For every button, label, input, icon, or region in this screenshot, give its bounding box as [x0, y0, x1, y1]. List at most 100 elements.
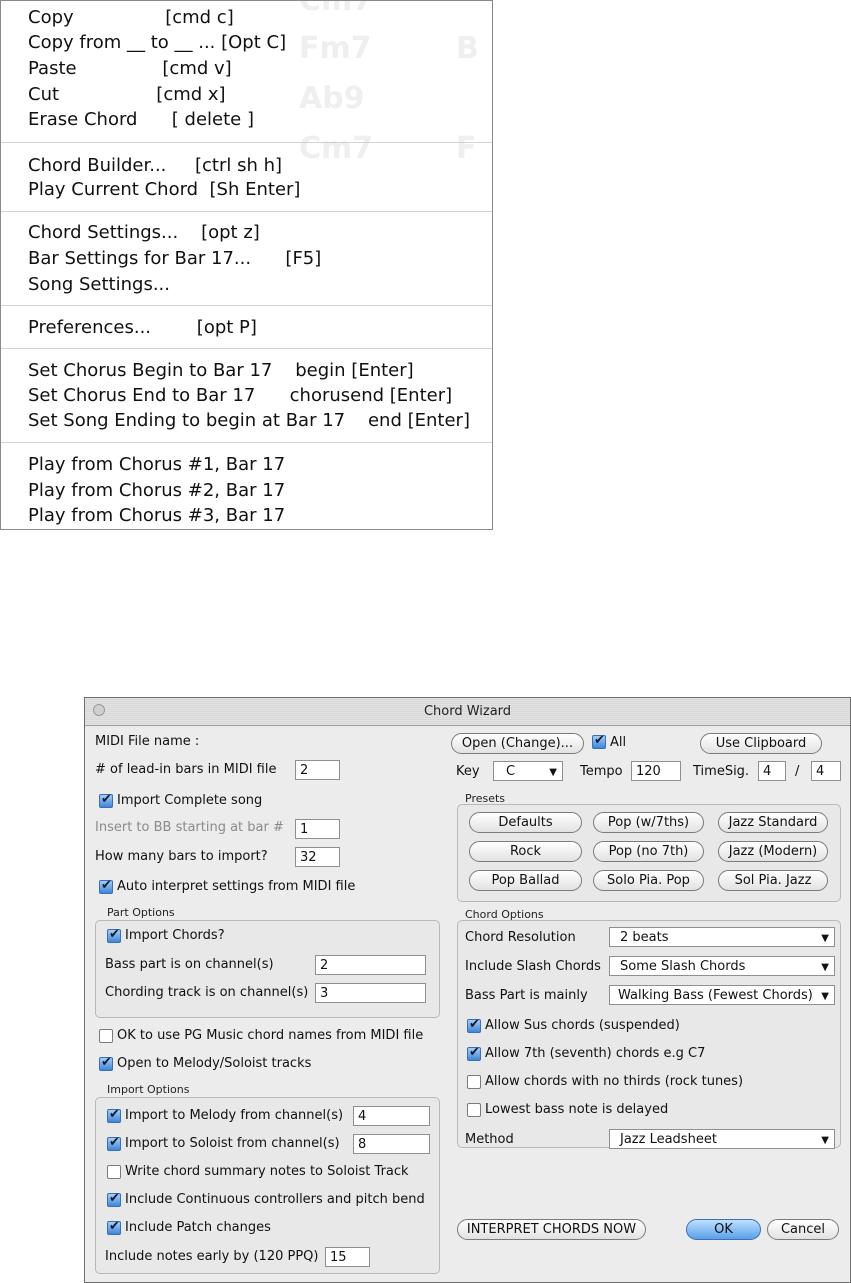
dropdown-arrow-icon: ▼	[549, 767, 557, 778]
allow-sus-checkbox[interactable]	[467, 1017, 481, 1033]
timesig-label: TimeSig.	[693, 764, 750, 779]
background-chord: Cm7	[299, 0, 374, 18]
menu-item-song-settings[interactable]: Song Settings...	[28, 274, 170, 296]
pg-music-names-label: OK to use PG Music chord names from MIDI…	[117, 1028, 424, 1043]
allow-no-thirds-label: Allow chords with no thirds (rock tunes)	[485, 1074, 744, 1089]
bass-channel-input[interactable]: 2	[315, 955, 426, 975]
menu-item-set-chorus-end[interactable]: Set Chorus End to Bar 17 chorusend [Ente…	[28, 385, 452, 407]
chord-resolution-value: 2 beats	[620, 930, 669, 945]
all-checkbox[interactable]	[592, 733, 606, 749]
preset-rock-button[interactable]: Rock	[469, 841, 582, 862]
menu-item-play-chorus-2[interactable]: Play from Chorus #2, Bar 17	[28, 480, 285, 502]
import-melody-label: Import to Melody from channel(s)	[125, 1108, 344, 1123]
menu-item-paste[interactable]: Paste [cmd v]	[28, 58, 232, 80]
use-clipboard-button[interactable]: Use Clipboard	[700, 733, 822, 754]
import-soloist-checkbox[interactable]	[107, 1135, 121, 1151]
preset-jazz-standard-button[interactable]: Jazz Standard	[718, 812, 828, 833]
lowest-bass-delayed-checkbox[interactable]	[467, 1103, 481, 1117]
preset-pop-ballad-button[interactable]: Pop Ballad	[469, 870, 582, 891]
background-chord: F	[456, 131, 477, 166]
pg-music-names-checkbox[interactable]	[99, 1029, 113, 1043]
menu-item-bar-settings[interactable]: Bar Settings for Bar 17... [F5]	[28, 248, 321, 270]
bars-to-import-input[interactable]: 32	[295, 847, 340, 867]
insert-start-bar-input[interactable]: 1	[295, 819, 340, 839]
preset-pop-7ths-button[interactable]: Pop (w/7ths)	[593, 812, 704, 833]
patch-changes-label: Include Patch changes	[125, 1220, 271, 1235]
melody-channel-input[interactable]: 4	[353, 1106, 430, 1126]
dropdown-arrow-icon: ▼	[821, 962, 829, 973]
preset-sol-pia-jazz-button[interactable]: Sol Pia. Jazz	[718, 870, 828, 891]
menu-item-chord-builder[interactable]: Chord Builder... [ctrl sh h]	[28, 155, 282, 177]
preset-solo-pia-pop-button[interactable]: Solo Pia. Pop	[593, 870, 704, 891]
notes-early-input[interactable]: 15	[325, 1247, 370, 1267]
all-label: All	[610, 735, 627, 750]
continuous-controllers-label: Include Continuous controllers and pitch…	[125, 1192, 425, 1207]
method-select[interactable]: Jazz Leadsheet ▼	[609, 1129, 835, 1149]
dropdown-arrow-icon: ▼	[821, 933, 829, 944]
import-complete-song-label: Import Complete song	[117, 793, 263, 808]
menu-item-play-chorus-1[interactable]: Play from Chorus #1, Bar 17	[28, 454, 285, 476]
menu-item-chord-settings[interactable]: Chord Settings... [opt z]	[28, 222, 260, 244]
ok-button[interactable]: OK	[686, 1219, 761, 1240]
menu-item-preferences[interactable]: Preferences... [opt P]	[28, 317, 257, 339]
lead-in-bars-input[interactable]: 2	[295, 760, 340, 780]
slash-chords-label: Include Slash Chords	[465, 959, 601, 974]
slash-chords-select[interactable]: Some Slash Chords ▼	[609, 956, 835, 976]
dialog-title-bar[interactable]: Chord Wizard	[85, 698, 850, 726]
write-summary-checkbox[interactable]	[107, 1165, 121, 1179]
import-melody-checkbox[interactable]	[107, 1107, 121, 1123]
menu-item-set-song-ending[interactable]: Set Song Ending to begin at Bar 17 end […	[28, 410, 470, 432]
open-change-button[interactable]: Open (Change)...	[451, 733, 584, 754]
insert-start-bar-label: Insert to BB starting at bar #	[95, 820, 284, 835]
chord-resolution-select[interactable]: 2 beats ▼	[609, 927, 835, 947]
bars-to-import-label: How many bars to import?	[95, 849, 268, 864]
interpret-chords-now-button[interactable]: INTERPRET CHORDS NOW	[457, 1219, 646, 1240]
allow-no-thirds-checkbox[interactable]	[467, 1075, 481, 1089]
preset-pop-no-7th-button[interactable]: Pop (no 7th)	[593, 841, 704, 862]
menu-item-play-current-chord[interactable]: Play Current Chord [Sh Enter]	[28, 179, 300, 201]
lowest-bass-delayed-label: Lowest bass note is delayed	[485, 1102, 669, 1117]
tempo-input[interactable]: 120	[631, 761, 681, 781]
menu-item-play-chorus-3[interactable]: Play from Chorus #3, Bar 17	[28, 505, 285, 527]
preset-jazz-modern-button[interactable]: Jazz (Modern)	[718, 841, 828, 862]
background-chord: B	[456, 31, 479, 66]
allow-sus-label: Allow Sus chords (suspended)	[485, 1018, 680, 1033]
bass-mainly-select[interactable]: Walking Bass (Fewest Chords) ▼	[609, 985, 835, 1005]
menu-separator	[1, 305, 492, 306]
soloist-channel-input[interactable]: 8	[353, 1134, 430, 1154]
allow-seventh-label: Allow 7th (seventh) chords e.g C7	[485, 1046, 706, 1061]
lead-in-bars-label: # of lead-in bars in MIDI file	[95, 762, 277, 777]
allow-seventh-checkbox[interactable]	[467, 1045, 481, 1061]
open-melody-soloist-checkbox[interactable]	[99, 1055, 113, 1071]
preset-defaults-button[interactable]: Defaults	[469, 812, 582, 833]
menu-separator	[1, 348, 492, 349]
auto-interpret-checkbox[interactable]	[99, 878, 113, 894]
dropdown-arrow-icon: ▼	[821, 1135, 829, 1146]
chording-channel-input[interactable]: 3	[315, 983, 426, 1003]
import-complete-song-checkbox[interactable]	[99, 792, 113, 808]
bass-mainly-value: Walking Bass (Fewest Chords)	[618, 988, 813, 1003]
timesig-numerator-input[interactable]: 4	[758, 761, 786, 781]
continuous-controllers-checkbox[interactable]	[107, 1191, 121, 1207]
slash-chords-value: Some Slash Chords	[620, 959, 746, 974]
chord-wizard-dialog: Chord Wizard MIDI File name : # of lead-…	[84, 697, 851, 1283]
part-options-title: Part Options	[107, 906, 175, 919]
menu-item-erase-chord[interactable]: Erase Chord [ delete ]	[28, 109, 254, 131]
import-chords-checkbox[interactable]	[107, 927, 121, 943]
chord-resolution-label: Chord Resolution	[465, 930, 576, 945]
menu-item-set-chorus-begin[interactable]: Set Chorus Begin to Bar 17 begin [Enter]	[28, 360, 414, 382]
background-chord: Ab9	[299, 81, 365, 116]
timesig-denominator-input[interactable]: 4	[811, 761, 841, 781]
key-label: Key	[456, 764, 480, 779]
menu-item-copy-from-to[interactable]: Copy from __ to __ ... [Opt C]	[28, 32, 286, 54]
key-select[interactable]: C ▼	[493, 761, 563, 781]
import-soloist-label: Import to Soloist from channel(s)	[125, 1136, 340, 1151]
tempo-label: Tempo	[580, 764, 623, 779]
patch-changes-checkbox[interactable]	[107, 1219, 121, 1235]
background-chord: Cm7	[299, 131, 374, 166]
menu-item-cut[interactable]: Cut [cmd x]	[28, 84, 226, 106]
midi-file-name-label: MIDI File name :	[95, 734, 200, 749]
cancel-button[interactable]: Cancel	[767, 1219, 839, 1240]
method-value: Jazz Leadsheet	[620, 1132, 717, 1147]
menu-item-copy[interactable]: Copy [cmd c]	[28, 7, 234, 29]
